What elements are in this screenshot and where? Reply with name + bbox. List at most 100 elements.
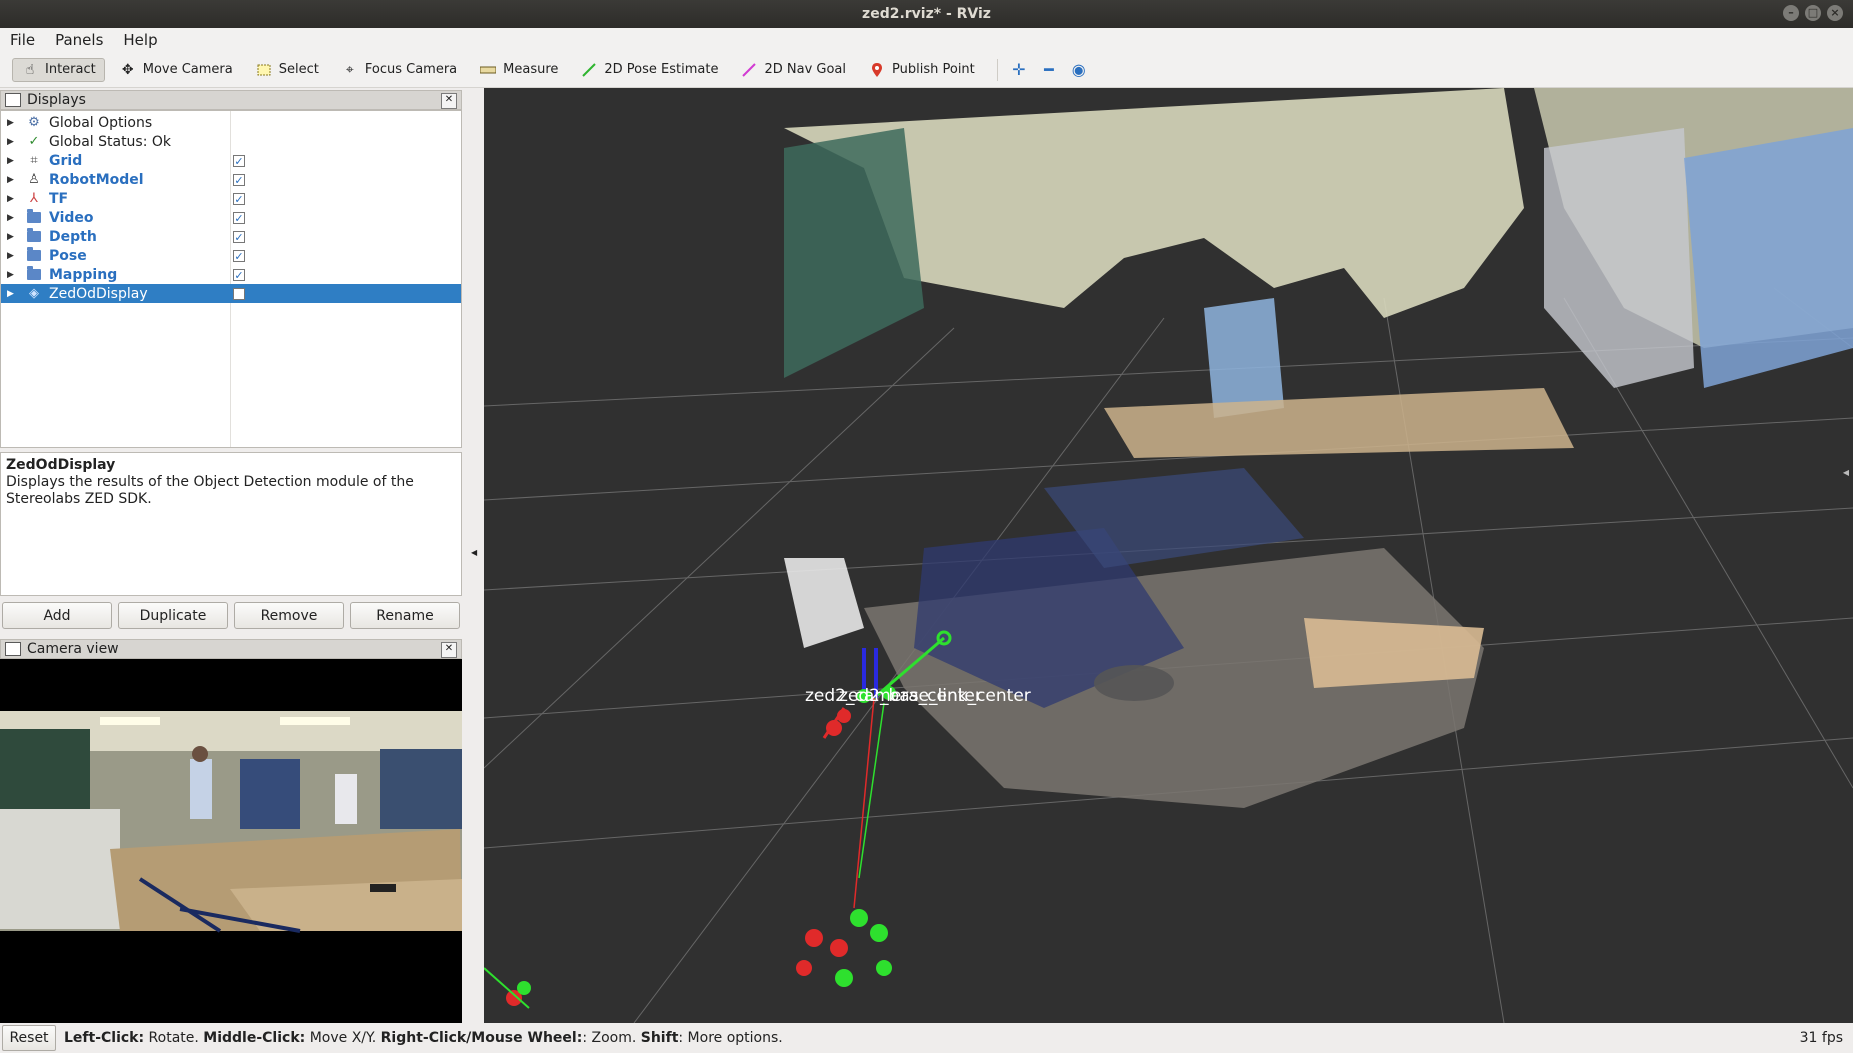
displays-title: Displays <box>27 92 86 108</box>
tree-row-label: Video <box>49 209 94 226</box>
status-hint: Left-Click: Rotate. Middle-Click: Move X… <box>64 1030 783 1046</box>
axes-icon: ⅄ <box>30 191 38 206</box>
enable-checkbox[interactable]: ✓ <box>233 268 245 281</box>
map-pin-icon <box>868 61 886 79</box>
green-arrow-icon <box>580 61 598 79</box>
enable-checkbox[interactable]: ✓ <box>233 154 245 167</box>
tree-row-video[interactable]: ▶ Video ✓ <box>1 208 461 227</box>
focus-camera-tool-button[interactable]: ⌖ Focus Camera <box>333 58 465 82</box>
eye-icon[interactable]: ◉ <box>1066 58 1092 82</box>
grid-icon: ⌗ <box>30 153 38 168</box>
ruler-icon <box>479 61 497 79</box>
tree-row-label: Mapping <box>49 266 118 283</box>
enable-checkbox[interactable]: ✓ <box>233 173 245 186</box>
select-tool-button[interactable]: Select <box>247 58 327 82</box>
expand-arrow-icon[interactable]: ▶ <box>7 251 17 261</box>
description-text: Displays the results of the Object Detec… <box>6 474 414 507</box>
enable-checkbox[interactable]: ✓ <box>233 230 245 243</box>
tree-row-mapping[interactable]: ▶ Mapping ✓ <box>1 265 461 284</box>
magenta-arrow-icon <box>740 61 758 79</box>
description-title: ZedOdDisplay <box>6 457 116 473</box>
tf-frame-label: zed2_base_link_center <box>839 686 1031 706</box>
expand-arrow-icon[interactable]: ▶ <box>7 156 17 166</box>
check-icon: ✓ <box>28 134 40 149</box>
camera-view-image <box>0 659 462 1023</box>
tree-row-label: Global Options <box>49 114 153 131</box>
window-title: zed2.rviz* - RViz <box>862 6 991 22</box>
interact-tool-button[interactable]: ☝ Interact <box>12 57 105 82</box>
expand-arrow-icon[interactable]: ▶ <box>7 194 17 204</box>
tree-row-label: Grid <box>49 152 83 169</box>
expand-arrow-icon[interactable]: ▶ <box>7 270 17 280</box>
hint-middle-click-action: Move X/Y. <box>305 1030 381 1046</box>
enable-checkbox[interactable]: ✓ <box>233 211 245 224</box>
tree-row-grid[interactable]: ▶ ⌗ Grid ✓ <box>1 151 461 170</box>
enable-checkbox[interactable] <box>233 287 245 300</box>
minimize-icon[interactable]: – <box>1783 5 1799 21</box>
close-icon[interactable]: ✕ <box>441 642 457 658</box>
folder-icon <box>25 209 43 223</box>
rename-button[interactable]: Rename <box>350 602 460 629</box>
maximize-icon[interactable]: □ <box>1805 5 1821 21</box>
publish-point-tool-button[interactable]: Publish Point <box>860 58 983 82</box>
tree-row-depth[interactable]: ▶ Depth ✓ <box>1 227 461 246</box>
remove-tool-icon[interactable]: ━ <box>1036 58 1062 82</box>
enable-checkbox[interactable]: ✓ <box>233 192 245 205</box>
hint-right-click-action: : Zoom. <box>582 1030 641 1046</box>
hint-shift: Shift <box>640 1030 679 1046</box>
menu-panels[interactable]: Panels <box>45 31 113 49</box>
close-icon[interactable]: ✕ <box>441 93 457 109</box>
tree-row-label: Pose <box>49 247 87 264</box>
expand-arrow-icon[interactable]: ▶ <box>7 289 17 299</box>
hint-middle-click: Middle-Click: <box>203 1030 306 1046</box>
measure-label: Measure <box>503 62 559 77</box>
tool-bar: ☝ Interact ✥ Move Camera Select ⌖ Focus … <box>0 52 1853 88</box>
displays-tree: ▶ ⚙ Global Options ▶ ✓ Global Status: Ok… <box>0 110 462 448</box>
tree-row-global-status[interactable]: ▶ ✓ Global Status: Ok <box>1 132 461 151</box>
folder-icon <box>25 266 43 280</box>
pose-estimate-tool-button[interactable]: 2D Pose Estimate <box>572 58 726 82</box>
expand-arrow-icon[interactable]: ▶ <box>7 137 17 147</box>
viewport-collapse-strip[interactable]: ◀ <box>464 88 484 1023</box>
monitor-icon <box>5 93 21 107</box>
nav-goal-label: 2D Nav Goal <box>764 62 847 77</box>
collapse-right-arrow-icon[interactable]: ◀ <box>1843 468 1849 477</box>
gear-icon: ⚙ <box>28 115 40 130</box>
focus-camera-label: Focus Camera <box>364 62 458 77</box>
menu-help[interactable]: Help <box>113 31 167 49</box>
enable-checkbox[interactable]: ✓ <box>233 249 245 262</box>
toolbar-separator <box>996 58 998 81</box>
collapse-left-arrow-icon[interactable]: ◀ <box>471 548 477 557</box>
hint-left-click: Left-Click: <box>64 1030 145 1046</box>
select-label: Select <box>278 62 319 77</box>
tree-row-global-options[interactable]: ▶ ⚙ Global Options <box>1 113 461 132</box>
tree-row-robotmodel[interactable]: ▶ ♙ RobotModel ✓ <box>1 170 461 189</box>
expand-arrow-icon[interactable]: ▶ <box>7 232 17 242</box>
display-buttons: Add Duplicate Remove Rename <box>0 602 462 629</box>
duplicate-button[interactable]: Duplicate <box>118 602 228 629</box>
move-camera-tool-button[interactable]: ✥ Move Camera <box>111 58 241 82</box>
remove-button[interactable]: Remove <box>234 602 344 629</box>
expand-arrow-icon[interactable]: ▶ <box>7 213 17 223</box>
tree-row-zedoddisplay[interactable]: ▶ ◈ ZedOdDisplay <box>1 284 461 303</box>
menu-file[interactable]: File <box>0 31 45 49</box>
reset-button[interactable]: Reset <box>2 1025 56 1051</box>
tree-row-label: RobotModel <box>49 171 144 188</box>
close-icon[interactable]: × <box>1827 5 1843 21</box>
expand-arrow-icon[interactable]: ▶ <box>7 175 17 185</box>
nav-goal-tool-button[interactable]: 2D Nav Goal <box>732 58 854 82</box>
tree-row-tf[interactable]: ▶ ⅄ TF ✓ <box>1 189 461 208</box>
move-camera-icon: ✥ <box>121 61 134 78</box>
add-button[interactable]: Add <box>2 602 112 629</box>
camera-feed-illustration <box>0 659 462 1023</box>
hint-left-click-action: Rotate. <box>144 1030 204 1046</box>
hand-icon: ☝ <box>25 61 35 78</box>
tree-row-label: Global Status: Ok <box>49 133 172 150</box>
measure-tool-button[interactable]: Measure <box>471 58 566 82</box>
add-tool-icon[interactable]: ✛ <box>1006 58 1032 82</box>
focus-camera-icon: ⌖ <box>345 61 354 78</box>
camera-view-panel-header: Camera view ✕ <box>0 639 462 659</box>
expand-arrow-icon[interactable]: ▶ <box>7 118 17 128</box>
tree-row-pose[interactable]: ▶ Pose ✓ <box>1 246 461 265</box>
3d-viewport[interactable]: zed2_camera_center zed2_base_link_center… <box>484 88 1853 1023</box>
